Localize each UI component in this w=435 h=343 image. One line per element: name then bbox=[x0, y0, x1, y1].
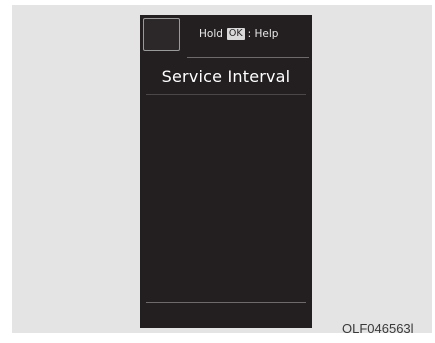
footer-divider bbox=[146, 302, 306, 303]
help-hint: Hold OK : Help bbox=[199, 26, 278, 42]
hint-prefix: Hold bbox=[199, 28, 223, 40]
content-area bbox=[146, 97, 306, 297]
hint-suffix: : Help bbox=[247, 28, 279, 40]
cluster-lcd-screen: Hold OK : Help Service Interval bbox=[140, 15, 312, 328]
title-divider bbox=[146, 94, 306, 95]
figure-code: OLF046563l bbox=[342, 321, 414, 336]
blank-icon bbox=[143, 18, 180, 51]
ok-key-label: OK bbox=[226, 28, 245, 40]
page-title: Service Interval bbox=[161, 67, 291, 86]
figure: Hold OK : Help Service Interval OLF04656… bbox=[0, 0, 435, 343]
header-divider bbox=[187, 57, 309, 58]
